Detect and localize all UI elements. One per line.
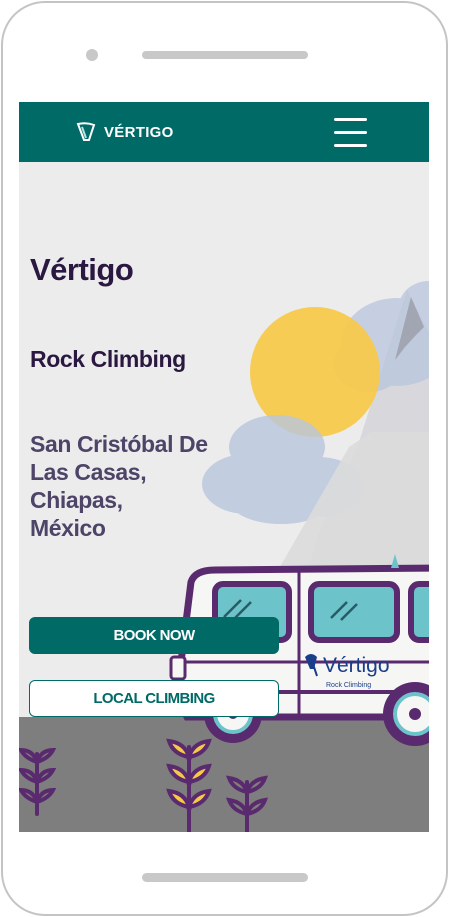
- van-brand-text: Vértigo: [323, 654, 390, 677]
- book-now-button[interactable]: BOOK NOW: [29, 617, 279, 654]
- earpiece-speaker: [142, 51, 308, 59]
- hero-title: Vértigo: [30, 252, 134, 287]
- top-navbar: VÉRTIGO: [19, 102, 429, 162]
- local-climbing-button[interactable]: LOCAL CLIMBING: [29, 680, 279, 717]
- plant-left: [19, 747, 57, 816]
- location-line: Las Casas,: [30, 459, 147, 485]
- plant-middle: [166, 738, 212, 832]
- plant-right: [225, 775, 269, 832]
- location-line: San Cristóbal De: [30, 431, 208, 457]
- hero-location: San Cristóbal De Las Casas, Chiapas, Méx…: [30, 430, 230, 542]
- front-camera: [86, 49, 98, 61]
- van-tagline-text: Rock Climbing: [326, 682, 371, 689]
- location-line: México: [30, 515, 106, 541]
- brand-link[interactable]: VÉRTIGO: [75, 119, 174, 145]
- vertigo-logo-icon: [76, 122, 96, 141]
- home-indicator[interactable]: [142, 873, 308, 882]
- hero-subtitle: Rock Climbing: [30, 346, 186, 372]
- location-line: Chiapas,: [30, 487, 123, 513]
- hamburger-menu-icon[interactable]: [333, 116, 369, 148]
- brand-name: VÉRTIGO: [104, 123, 174, 141]
- phone-screen: Vértigo Rock Climbing VÉRTIGO Vértigo Ro…: [19, 102, 429, 832]
